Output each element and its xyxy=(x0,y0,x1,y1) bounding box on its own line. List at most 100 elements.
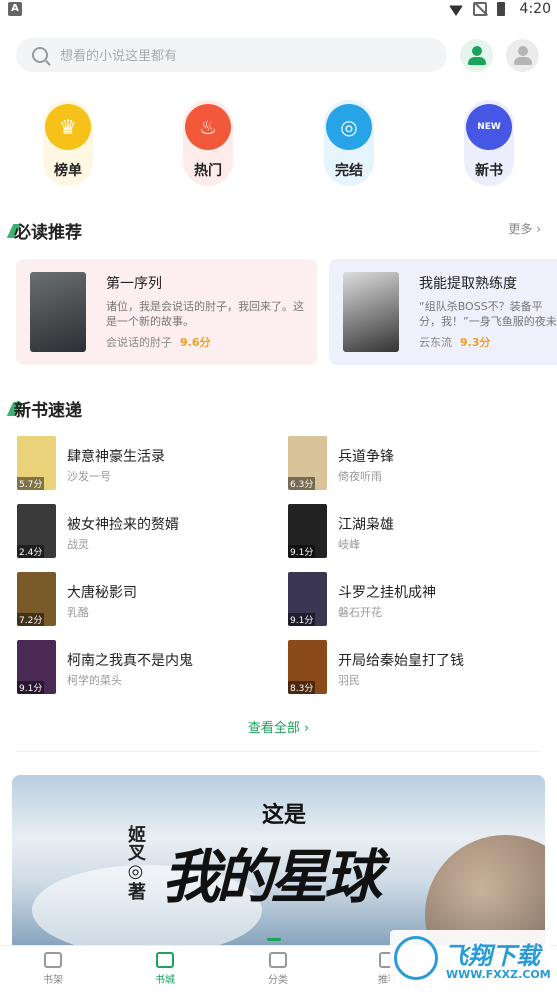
book-title: 被女神捡来的赘婿 xyxy=(67,517,179,533)
book-title: 兵道争锋 xyxy=(338,449,394,465)
battery-icon xyxy=(497,2,505,16)
book-score: 2.4分 xyxy=(17,545,45,558)
book-cover: 9.1分 xyxy=(288,504,327,558)
book-cover: 9.1分 xyxy=(17,640,56,694)
book-author: 乳酪 xyxy=(67,606,89,619)
book-meta: 会说话的肘子 9.6分 xyxy=(106,334,211,350)
book-item[interactable]: 8.3分 开局给秦始皇打了钱 羽民 xyxy=(288,640,548,696)
book-author: 会说话的肘子 xyxy=(106,336,172,349)
search-bar[interactable] xyxy=(16,38,447,72)
book-description: 诸位，我是会说话的肘子，我回来了。这是一个新的故事。 xyxy=(106,300,304,328)
carousel-indicator xyxy=(267,938,281,941)
watermark-text: 飞翔下载 xyxy=(444,942,540,970)
book-title: 开局给秦始皇打了钱 xyxy=(338,653,464,669)
book-item[interactable]: 7.2分 大唐秘影司 乳酪 xyxy=(17,572,277,628)
book-item[interactable]: 9.1分 柯南之我真不是内鬼 柯学的菜头 xyxy=(17,640,277,696)
book-score: 9.1分 xyxy=(17,681,45,694)
book-cover: 5.7分 xyxy=(17,436,56,490)
book-title: 第一序列 xyxy=(106,276,162,292)
tab-label: 书城 xyxy=(155,975,175,986)
book-score: 9.3分 xyxy=(460,336,491,349)
tab-label: 分类 xyxy=(268,975,288,986)
book-item[interactable]: 9.1分 斗罗之挂机成神 磐石开花 xyxy=(288,572,548,628)
book-author: 战灵 xyxy=(67,538,89,551)
status-bar: A 4:20 xyxy=(0,0,557,20)
promo-banner[interactable]: 姬叉◎著 这是 我的星球 xyxy=(12,775,545,955)
book-cover: 7.2分 xyxy=(17,572,56,626)
category-ranking[interactable]: ♛ 榜单 xyxy=(43,100,93,186)
person-icon xyxy=(517,46,528,56)
book-author: 云东流 xyxy=(419,336,452,349)
recommend-card[interactable]: 第一序列 诸位，我是会说话的肘子，我回来了。这是一个新的故事。 会说话的肘子 9.… xyxy=(16,259,317,365)
book-score: 5.7分 xyxy=(17,477,45,490)
more-link[interactable]: 更多 › xyxy=(508,220,541,237)
new-book-icon: NEW xyxy=(466,104,512,150)
book-item[interactable]: 2.4分 被女神捡来的赘婿 战灵 xyxy=(17,504,277,560)
avatar[interactable] xyxy=(506,39,539,72)
watermark-url: WWW.FXXZ.COM xyxy=(446,968,551,981)
tab-category[interactable]: 分类 xyxy=(248,952,308,986)
book-score: 9.1分 xyxy=(288,613,316,626)
notification-icon: A xyxy=(8,2,22,16)
view-all-link[interactable]: 查看全部 › xyxy=(0,717,557,736)
wifi-icon xyxy=(449,5,463,16)
book-score: 9.1分 xyxy=(288,545,316,558)
bookshelf-icon xyxy=(44,952,62,968)
book-cover xyxy=(343,272,399,352)
book-author: 岐峰 xyxy=(338,538,360,551)
watermark-icon xyxy=(394,936,438,980)
search-icon xyxy=(32,47,48,63)
banner-title: 我的星球 xyxy=(162,843,382,911)
user-profile-button[interactable] xyxy=(460,39,493,72)
tab-bookstore[interactable]: 书城 xyxy=(135,952,195,986)
book-author: 柯学的菜头 xyxy=(67,674,122,687)
book-cover: 9.1分 xyxy=(288,572,327,626)
section-title-new-books: 新书速递 xyxy=(14,396,82,421)
book-author: 倚夜听雨 xyxy=(338,470,382,483)
book-title: 江湖枭雄 xyxy=(338,517,394,533)
fire-icon: ♨ xyxy=(185,104,231,150)
watermark-logo: 飞翔下载 WWW.FXXZ.COM xyxy=(390,930,551,988)
book-title: 柯南之我真不是内鬼 xyxy=(67,653,193,669)
book-cover: 6.3分 xyxy=(288,436,327,490)
category-label: 热门 xyxy=(194,163,222,179)
book-cover: 2.4分 xyxy=(17,504,56,558)
book-title: 斗罗之挂机成神 xyxy=(338,585,436,601)
category-row: ♛ 榜单 ♨ 热门 ◎ 完结 NEW 新书 xyxy=(0,100,557,190)
book-cover: 8.3分 xyxy=(288,640,327,694)
book-title: 大唐秘影司 xyxy=(67,585,137,601)
no-sim-icon xyxy=(473,2,487,16)
recommend-card[interactable]: 我能提取熟练度 “组队杀BOSS不？装备平分，我！”一身飞鱼服的夜未明右 云东流… xyxy=(329,259,557,365)
book-title: 肆意神豪生活录 xyxy=(67,449,165,465)
trophy-icon: ♛ xyxy=(45,104,91,150)
category-label: 完结 xyxy=(335,163,363,179)
tab-bookshelf[interactable]: 书架 xyxy=(23,952,83,986)
book-author: 羽民 xyxy=(338,674,360,687)
book-author: 磐石开花 xyxy=(338,606,382,619)
book-description: “组队杀BOSS不？装备平分，我！”一身飞鱼服的夜未明右 xyxy=(419,300,557,328)
category-new[interactable]: NEW 新书 xyxy=(464,100,514,186)
search-input[interactable] xyxy=(60,47,410,63)
banner-subtitle: 这是 xyxy=(262,803,307,828)
category-label: 新书 xyxy=(475,163,503,179)
tab-label: 书架 xyxy=(43,975,63,986)
section-title-must-read: 必读推荐 xyxy=(14,218,82,243)
book-score: 6.3分 xyxy=(288,477,316,490)
book-cover xyxy=(30,272,86,352)
book-item[interactable]: 9.1分 江湖枭雄 岐峰 xyxy=(288,504,548,560)
book-item[interactable]: 6.3分 兵道争锋 倚夜听雨 xyxy=(288,436,548,492)
category-finished[interactable]: ◎ 完结 xyxy=(324,100,374,186)
bookstore-icon xyxy=(156,952,174,968)
category-hot[interactable]: ♨ 热门 xyxy=(183,100,233,186)
person-icon xyxy=(471,46,482,56)
book-item[interactable]: 5.7分 肆意神豪生活录 沙发一号 xyxy=(17,436,277,492)
category-icon xyxy=(269,952,287,968)
badge-icon: ◎ xyxy=(326,104,372,150)
category-label: 榜单 xyxy=(54,163,82,179)
divider xyxy=(16,751,541,752)
book-score: 8.3分 xyxy=(288,681,316,694)
banner-author: 姬叉◎著 xyxy=(125,825,146,900)
book-author: 沙发一号 xyxy=(67,470,111,483)
book-score: 9.6分 xyxy=(180,336,211,349)
book-meta: 云东流 9.3分 xyxy=(419,334,491,350)
